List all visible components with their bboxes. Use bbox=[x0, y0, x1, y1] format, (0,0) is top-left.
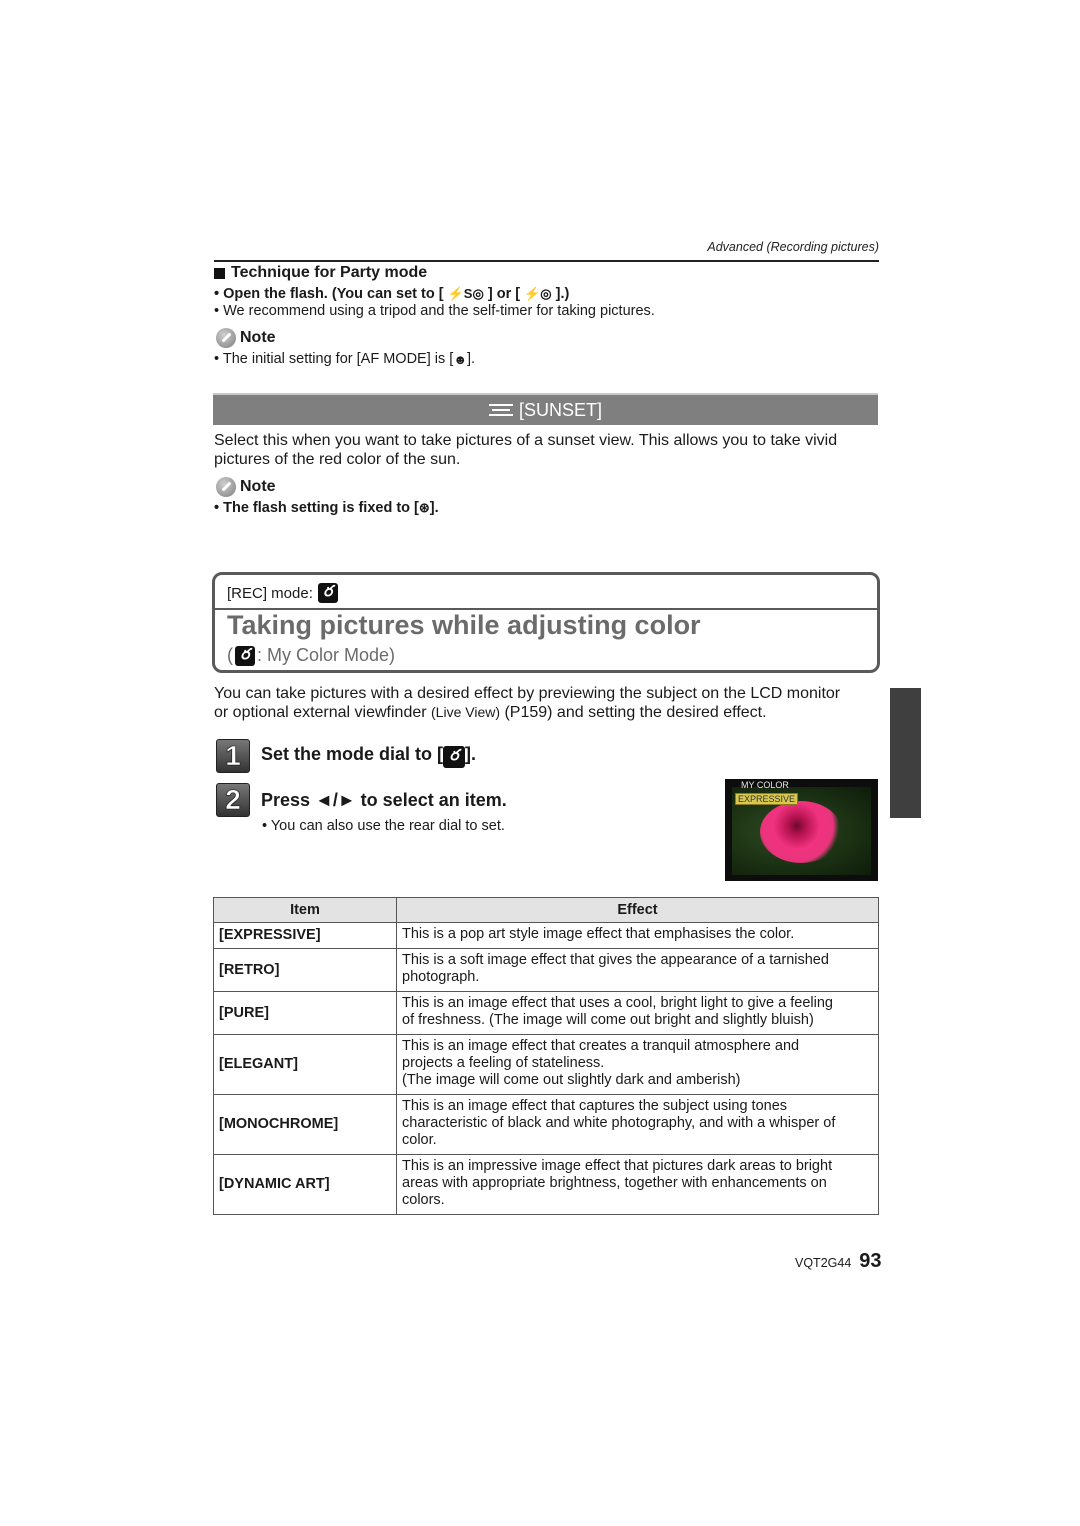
step-1: 1 Set the mode dial to [ర]. bbox=[216, 739, 476, 773]
effects-table: Item Effect [EXPRESSIVE] This is a pop a… bbox=[213, 897, 879, 1215]
item-cell: [PURE] bbox=[213, 991, 397, 1035]
sunset-title: [SUNSET] bbox=[518, 399, 602, 420]
flash-redeye-icon: ⚡◎ bbox=[524, 286, 552, 302]
column-header-item: Item bbox=[213, 897, 397, 923]
item-cell: [DYNAMIC ART] bbox=[213, 1154, 397, 1215]
table-row: [MONOCHROME] This is an image effect tha… bbox=[213, 1094, 879, 1155]
sunset-note-text: • The flash setting is fixed to [⊛]. bbox=[214, 500, 439, 516]
item-cell: [RETRO] bbox=[213, 948, 397, 992]
effect-cell: This is an impressive image effect that … bbox=[396, 1154, 879, 1215]
chapter-side-tab bbox=[890, 688, 921, 818]
step-1-text: Set the mode dial to [ర]. bbox=[261, 744, 476, 768]
party-bullet-flash: • Open the flash. (You can set to [ ⚡S◎ … bbox=[214, 286, 570, 302]
sunset-description: Select this when you want to take pictur… bbox=[214, 432, 838, 468]
square-bullet-icon bbox=[214, 267, 225, 279]
party-section-title: Technique for Party mode bbox=[214, 264, 427, 282]
model-code: VQT2G44 bbox=[795, 1256, 852, 1270]
effect-cell: This is an image effect that captures th… bbox=[396, 1094, 879, 1155]
party-note-heading: Note bbox=[216, 328, 276, 348]
my-color-mode-icon: ర bbox=[443, 746, 466, 768]
lcd-preview-image: MY COLOR EXPRESSIVE bbox=[725, 779, 878, 881]
page-number: 93 bbox=[859, 1250, 882, 1272]
step-2: 2 Press ◄/► to select an item. bbox=[216, 783, 507, 817]
preview-screen-title: MY COLOR bbox=[741, 780, 789, 790]
pencil-note-icon bbox=[216, 328, 236, 348]
sunset-header-bar: [SUNSET] bbox=[213, 393, 878, 425]
item-cell: [EXPRESSIVE] bbox=[213, 922, 397, 949]
page-footer: VQT2G44 93 bbox=[795, 1250, 882, 1273]
party-note-text: • The initial setting for [AF MODE] is [… bbox=[214, 351, 476, 367]
table-row: [DYNAMIC ART] This is an impressive imag… bbox=[213, 1154, 879, 1215]
effect-cell: This is a pop art style image effect tha… bbox=[396, 922, 879, 949]
table-header-row: Item Effect bbox=[213, 897, 879, 923]
section-header-box: [REC] mode: ర Taking pictures while adju… bbox=[212, 572, 880, 673]
page-subtitle: ( ర : My Color Mode) bbox=[227, 644, 396, 666]
step-number-2: 2 bbox=[216, 783, 250, 817]
flower-image bbox=[760, 801, 842, 863]
face-detection-icon: ☻ bbox=[453, 351, 467, 367]
breadcrumb: Advanced (Recording pictures) bbox=[707, 240, 879, 254]
table-row: [RETRO] This is a soft image effect that… bbox=[213, 948, 879, 992]
pencil-note-icon bbox=[216, 477, 236, 497]
effect-cell: This is a soft image effect that gives t… bbox=[396, 948, 879, 992]
page-title: Taking pictures while adjusting color bbox=[227, 610, 701, 640]
rec-mode-label: [REC] mode: ర bbox=[227, 582, 338, 603]
sunset-icon bbox=[488, 403, 513, 417]
my-color-mode-icon: ర bbox=[317, 582, 338, 603]
step-number-1: 1 bbox=[216, 739, 250, 773]
sunset-note-heading: Note bbox=[216, 477, 276, 497]
intro-paragraph: You can take pictures with a desired eff… bbox=[214, 685, 841, 721]
my-color-mode-icon: ర bbox=[235, 645, 255, 666]
party-bullet-tripod: • We recommend using a tripod and the se… bbox=[214, 303, 655, 319]
step-2-sub-bullet: • You can also use the rear dial to set. bbox=[262, 818, 505, 834]
effect-cell: This is an image effect that creates a t… bbox=[396, 1034, 879, 1095]
flash-off-icon: ⊛ bbox=[418, 500, 430, 516]
column-header-effect: Effect bbox=[396, 897, 879, 923]
item-cell: [MONOCHROME] bbox=[213, 1094, 397, 1155]
table-row: [ELEGANT] This is an image effect that c… bbox=[213, 1034, 879, 1095]
table-row: [PURE] This is an image effect that uses… bbox=[213, 991, 879, 1035]
table-row: [EXPRESSIVE] This is a pop art style ima… bbox=[213, 922, 879, 949]
preview-selected-item: EXPRESSIVE bbox=[735, 793, 799, 805]
effect-cell: This is an image effect that uses a cool… bbox=[396, 991, 879, 1035]
party-title-text: Technique for Party mode bbox=[231, 264, 428, 281]
step-2-text: Press ◄/► to select an item. bbox=[261, 789, 507, 810]
header-divider bbox=[214, 260, 879, 262]
flash-slow-sync-redeye-icon: ⚡S◎ bbox=[447, 286, 484, 302]
item-cell: [ELEGANT] bbox=[213, 1034, 397, 1095]
